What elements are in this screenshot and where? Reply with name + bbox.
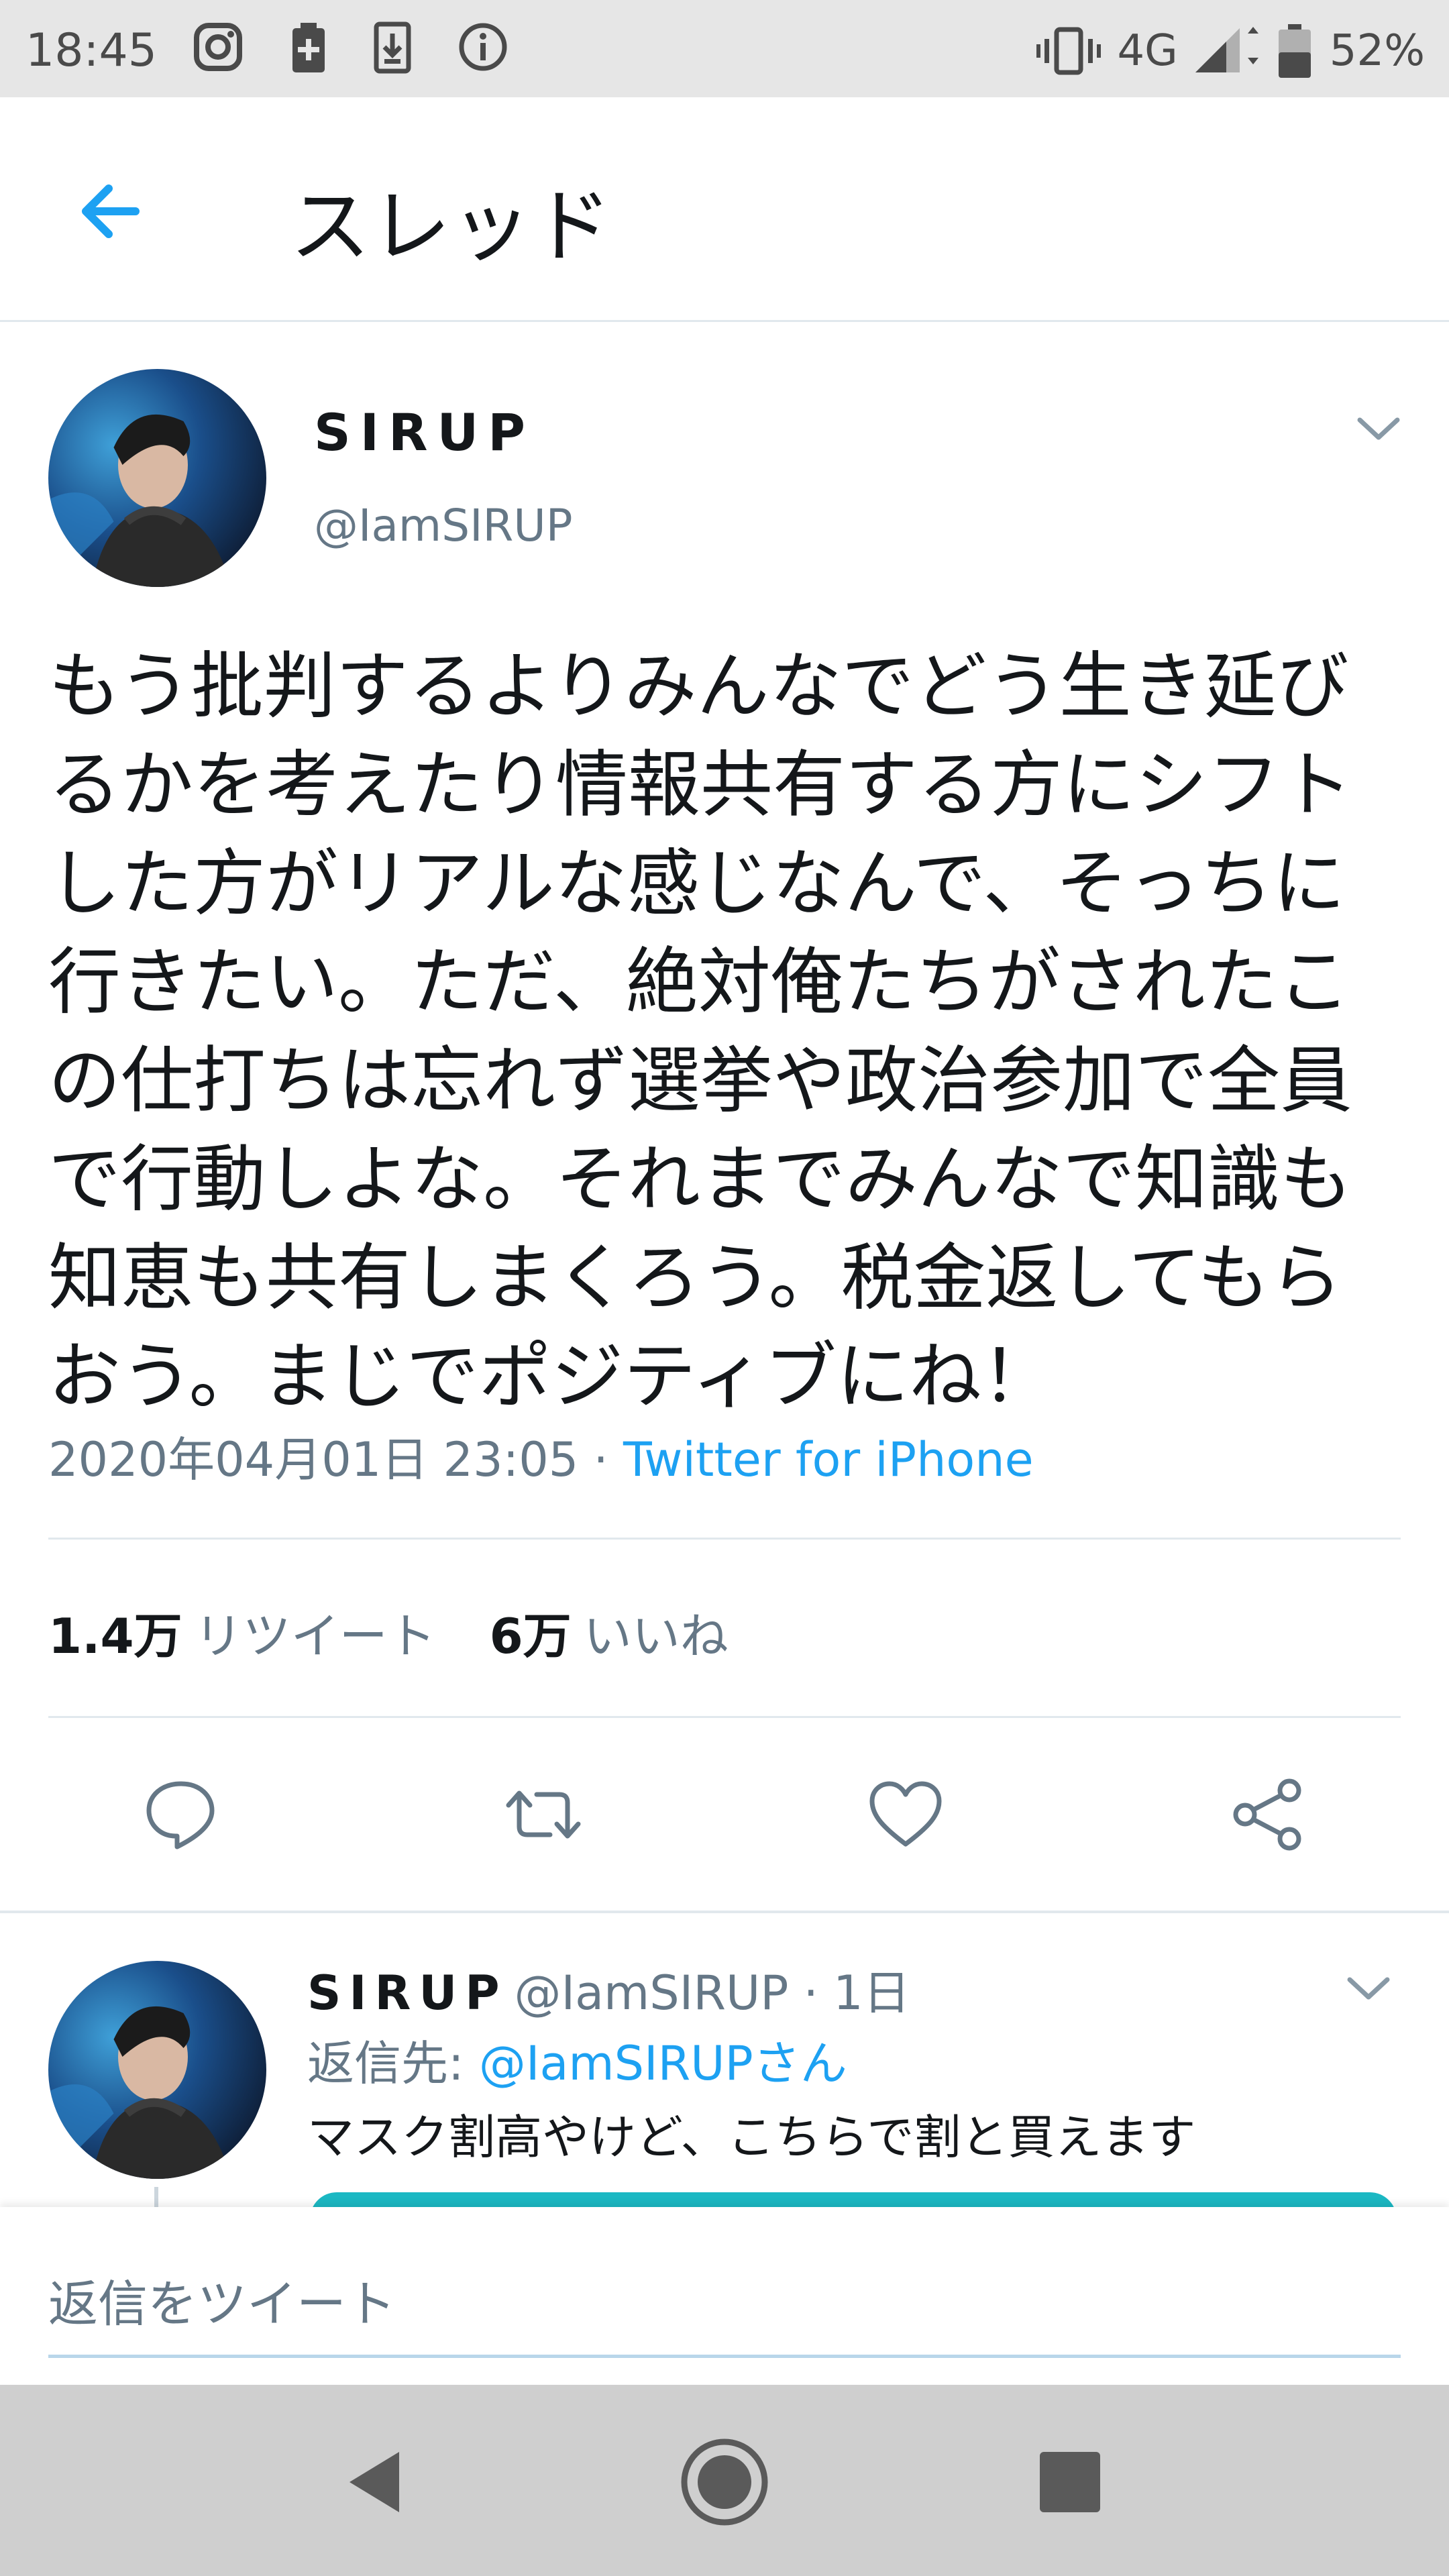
reply-to-mention[interactable]: @IamSIRUPさん (479, 2036, 847, 2091)
tweet-text-line: した方がリアルな感じなんで、そっちに (48, 842, 1346, 926)
tweet-source-link[interactable]: Twitter for iPhone (623, 1432, 1034, 1487)
retweet-button[interactable] (503, 1774, 584, 1855)
avatar[interactable] (48, 369, 266, 587)
download-icon (366, 20, 419, 74)
tweet-text-line: るかを考えたり情報共有する方にシフト (48, 743, 1353, 827)
network-type: 4G (1117, 26, 1178, 76)
tweet-text-line: 行きたい。ただ、絶対俺たちがされたこ (48, 941, 1350, 1024)
system-nav-bar (0, 2385, 1449, 2576)
tweet-text-line: 知恵も共有しまくろう。税金返してもら (48, 1236, 1342, 1320)
reply-age: · 1日 (788, 1966, 910, 2021)
nav-back-button[interactable] (325, 2432, 426, 2532)
share-icon (1233, 1778, 1301, 1851)
reply-menu-button[interactable] (1342, 1962, 1395, 2016)
home-circle-icon (681, 2438, 768, 2526)
retweet-label[interactable]: リツイート (195, 1608, 436, 1664)
compose-underline (48, 2355, 1401, 2358)
nav-recents-button[interactable] (1020, 2432, 1120, 2532)
meta-separator: · (578, 1432, 624, 1487)
status-bar: 18:45 4G 52% (0, 0, 1449, 97)
tweet-timestamp: 2020年04月01日 23:05 (48, 1432, 579, 1487)
battery-icon (1278, 24, 1311, 78)
share-button[interactable] (1228, 1774, 1308, 1855)
battery-percent: 52% (1329, 26, 1425, 76)
reply-icon (146, 1781, 215, 1849)
reply-compose-input[interactable]: 返信をツイート (48, 2264, 396, 2336)
retweet-icon (506, 1790, 581, 1839)
tweet-text-line: の仕打ちは忘れず選挙や政治参加で全員 (48, 1039, 1353, 1123)
nav-home-button[interactable] (674, 2432, 775, 2532)
reply-button[interactable] (141, 1774, 221, 1855)
tweet-meta: 2020年04月01日 23:05 · Twitter for iPhone (48, 1422, 1034, 1490)
reply-avatar[interactable] (48, 1961, 266, 2179)
tweet-author-name[interactable]: SIRUP (314, 402, 535, 462)
chevron-down-icon (1357, 417, 1400, 440)
reply-header: SIRUP @IamSIRUP · 1日 (307, 1955, 910, 2023)
triangle-back-icon (350, 2452, 399, 2512)
divider (48, 1538, 1401, 1540)
reply-author-name[interactable]: SIRUP (307, 1966, 508, 2021)
status-right-group: 4G 52% (1035, 24, 1425, 78)
tweet-text: もう批判するよりみんなでどう生き延び るかを考えたり情報共有する方にシフト した… (48, 637, 1410, 1426)
tweet-separator (0, 1911, 1449, 1913)
like-count[interactable]: 6万 (490, 1608, 572, 1664)
signal-icon (1195, 27, 1258, 72)
page-title: スレッド (290, 180, 612, 274)
square-recents-icon (1040, 2452, 1100, 2512)
reply-text: マスク割高やけど、こちらで割と買えます (307, 2110, 1196, 2165)
battery-saver-icon (282, 20, 335, 74)
chevron-down-icon (1347, 1977, 1390, 2000)
divider (48, 1716, 1401, 1718)
tweet-author-handle[interactable]: @IamSIRUP (314, 500, 573, 551)
back-button[interactable] (74, 171, 154, 252)
compose-bar: 返信をツイート (0, 2207, 1449, 2385)
reply-author-handle[interactable]: @IamSIRUP (515, 1966, 789, 2021)
tweet-menu-button[interactable] (1352, 402, 1405, 456)
instagram-icon (191, 20, 245, 74)
tweet-text-line: で行動しよな。それまでみんなで知識も (48, 1138, 1353, 1222)
info-icon (456, 20, 510, 74)
like-icon (869, 1781, 942, 1847)
tweet-text-line: もう批判するよりみんなでどう生き延び (48, 645, 1349, 729)
vibrate-icon (1036, 27, 1102, 75)
like-label[interactable]: いいね (584, 1608, 729, 1664)
reply-to-prefix: 返信先: (307, 2036, 479, 2091)
thread-header: スレッド (0, 97, 1449, 322)
retweet-count[interactable]: 1.4万 (48, 1608, 182, 1664)
arrow-left-icon (82, 184, 140, 238)
tweet-text-line: おう。まじでポジティブにね！ (48, 1335, 1055, 1419)
like-button[interactable] (865, 1774, 946, 1855)
status-time: 18:45 (25, 24, 157, 77)
tweet-stats: 1.4万 リツイート 6万 いいね (48, 1597, 729, 1667)
reply-to: 返信先: @IamSIRUPさん (307, 2026, 847, 2094)
